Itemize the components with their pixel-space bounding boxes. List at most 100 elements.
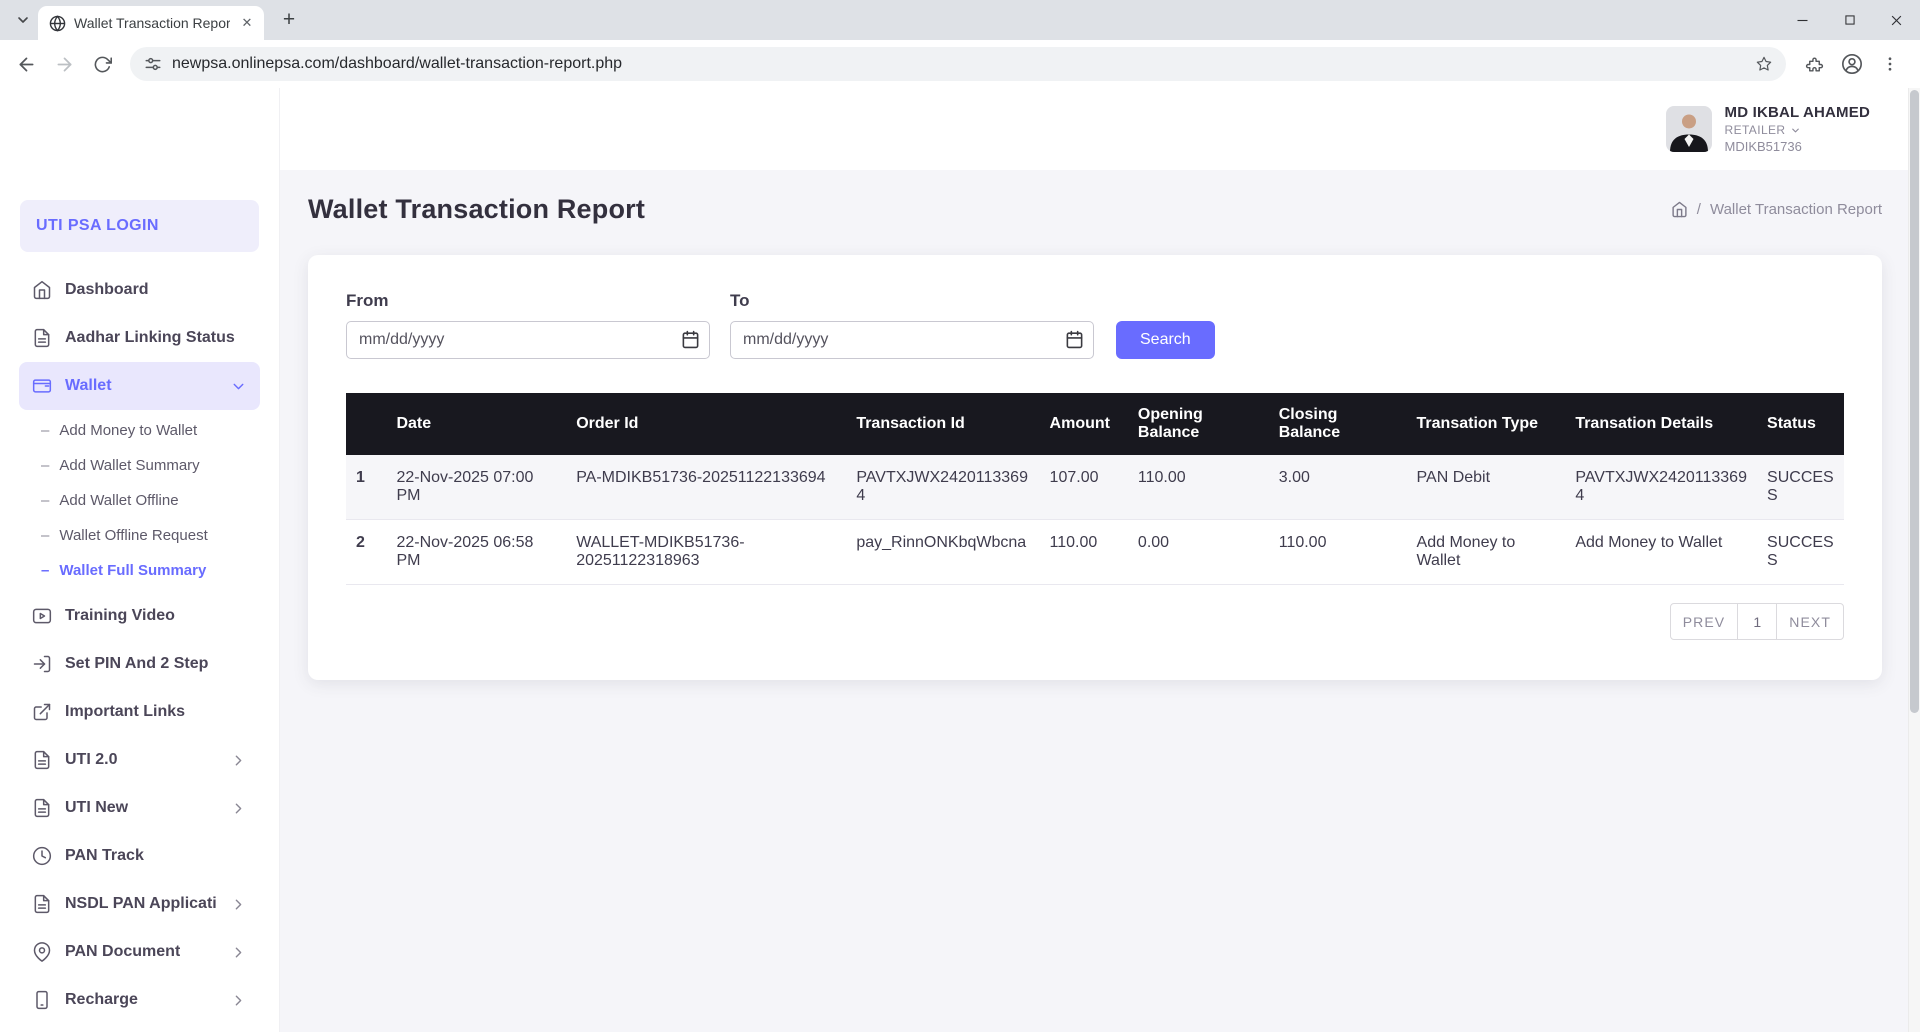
sidebar-item-label: Important Links [65, 703, 185, 721]
to-date-field: To [730, 291, 1094, 359]
tab-close-icon[interactable]: ✕ [238, 14, 256, 32]
sidebar-subitem-wallet-offline-request[interactable]: – Wallet Offline Request [0, 518, 279, 553]
sidebar-item-wallet[interactable]: Wallet [19, 362, 260, 410]
brand-badge[interactable]: UTI PSA LOGIN [20, 200, 259, 252]
new-tab-button[interactable]: + [274, 5, 304, 35]
sidebar: UTI PSA LOGIN Dashboard Aadhar Linking S… [0, 88, 280, 1032]
user-avatar[interactable] [1666, 106, 1712, 152]
table-cell: 22-Nov-2025 06:58 PM [386, 520, 566, 585]
user-menu[interactable]: MD IKBAL AHAMED RETAILER MDIKB51736 [1666, 104, 1871, 154]
scrollbar-thumb[interactable] [1910, 90, 1919, 713]
calendar-icon[interactable] [1065, 330, 1084, 349]
login-arrow-icon [32, 654, 52, 674]
transactions-table: Date Order Id Transaction Id Amount Open… [346, 393, 1844, 585]
sidebar-subitem-add-wallet-summary[interactable]: – Add Wallet Summary [0, 448, 279, 483]
table-cell: 110.00 [1128, 455, 1269, 520]
breadcrumb-separator: / [1697, 201, 1701, 218]
sidebar-item-label: Aadhar Linking Status [65, 329, 235, 347]
sidebar-item-label: UTI 2.0 [65, 751, 117, 769]
table-cell: 2 [346, 520, 386, 585]
sidebar-subitem-add-money-to-wallet[interactable]: – Add Money to Wallet [0, 413, 279, 448]
chevron-right-icon [230, 752, 247, 769]
user-id: MDIKB51736 [1725, 139, 1871, 154]
tab-title: Wallet Transaction Report [74, 15, 230, 31]
calendar-icon[interactable] [681, 330, 700, 349]
window-close-button[interactable] [1873, 0, 1920, 40]
next-page-button[interactable]: NEXT [1776, 603, 1844, 640]
reload-icon[interactable] [84, 46, 120, 82]
sidebar-subitem-add-wallet-offline[interactable]: – Add Wallet Offline [0, 483, 279, 518]
user-name: MD IKBAL AHAMED [1725, 104, 1871, 121]
external-link-icon [32, 702, 52, 722]
user-role[interactable]: RETAILER [1725, 123, 1871, 137]
dash-icon: – [41, 457, 49, 474]
chevron-right-icon [230, 944, 247, 961]
dash-icon: – [41, 527, 49, 544]
site-info-icon[interactable] [144, 55, 162, 73]
table-cell: Add Money to Wallet [1565, 520, 1757, 585]
sidebar-item-nsdl-pan-application[interactable]: NSDL PAN Application [19, 880, 260, 928]
table-cell: 107.00 [1040, 455, 1128, 520]
dash-icon: – [41, 492, 49, 509]
title-row: Wallet Transaction Report / Wallet Trans… [308, 194, 1882, 225]
sidebar-item-uti-2-0[interactable]: UTI 2.0 [19, 736, 260, 784]
col-header-index [346, 393, 386, 455]
col-header-amount: Amount [1040, 393, 1128, 455]
table-cell: 110.00 [1040, 520, 1128, 585]
browser-menu-icon[interactable] [1872, 46, 1908, 82]
window-minimize-button[interactable] [1779, 0, 1826, 40]
forward-icon[interactable] [46, 46, 82, 82]
table-cell: PAN Debit [1407, 455, 1566, 520]
sidebar-item-recharge[interactable]: Recharge [19, 976, 260, 1024]
sidebar-subitem-wallet-full-summary[interactable]: – Wallet Full Summary [0, 553, 279, 588]
chevron-down-icon [230, 378, 247, 395]
sidebar-item-label: Dashboard [65, 281, 149, 299]
sidebar-item-important-links[interactable]: Important Links [19, 688, 260, 736]
to-date-input[interactable] [730, 321, 1094, 359]
sidebar-item-aadhar-linking-status[interactable]: Aadhar Linking Status [19, 314, 260, 362]
sidebar-item-set-pin-and-2-step[interactable]: Set PIN And 2 Step [19, 640, 260, 688]
from-date-input[interactable] [346, 321, 710, 359]
col-header-order-id: Order Id [566, 393, 846, 455]
sidebar-item-dashboard[interactable]: Dashboard [19, 266, 260, 314]
search-button[interactable]: Search [1116, 321, 1215, 359]
chevron-down-icon [1790, 125, 1801, 136]
address-bar[interactable]: newpsa.onlinepsa.com/dashboard/wallet-tr… [130, 47, 1786, 81]
play-video-icon [32, 606, 52, 626]
top-navbar: MD IKBAL AHAMED RETAILER MDIKB51736 [280, 88, 1920, 170]
window-maximize-button[interactable] [1826, 0, 1873, 40]
smartphone-icon [32, 990, 52, 1010]
col-header-date: Date [386, 393, 566, 455]
sidebar-subitem-label: Wallet Offline Request [59, 527, 207, 544]
page-scrollbar[interactable] [1908, 88, 1920, 1032]
from-date-field: From [346, 291, 710, 359]
table-cell: PAVTXJWX24201133694 [846, 455, 1039, 520]
sidebar-subitem-label: Add Wallet Offline [59, 492, 178, 509]
back-icon[interactable] [8, 46, 44, 82]
table-row: 2 22-Nov-2025 06:58 PM WALLET-MDIKB51736… [346, 520, 1844, 585]
sidebar-item-uti-new[interactable]: UTI New [19, 784, 260, 832]
col-header-transation-type: Transation Type [1407, 393, 1566, 455]
table-cell: 110.00 [1269, 520, 1407, 585]
home-icon[interactable] [1671, 201, 1688, 218]
tab-search-chevron-icon[interactable] [8, 5, 38, 35]
table-cell: pay_RinnONKbqWbcna [846, 520, 1039, 585]
sidebar-item-pan-track[interactable]: PAN Track [19, 832, 260, 880]
map-pin-icon [32, 942, 52, 962]
page-number-button[interactable]: 1 [1737, 603, 1777, 640]
from-label: From [346, 291, 710, 311]
to-label: To [730, 291, 1094, 311]
extensions-icon[interactable] [1796, 46, 1832, 82]
table-cell: 0.00 [1128, 520, 1269, 585]
profile-avatar-icon[interactable] [1834, 46, 1870, 82]
prev-page-button[interactable]: PREV [1670, 603, 1739, 640]
sidebar-item-training-video[interactable]: Training Video [19, 592, 260, 640]
sidebar-item-pan-document[interactable]: PAN Document [19, 928, 260, 976]
url-text[interactable]: newpsa.onlinepsa.com/dashboard/wallet-tr… [172, 55, 1740, 73]
col-header-status: Status [1757, 393, 1844, 455]
browser-tab[interactable]: Wallet Transaction Report ✕ [38, 6, 264, 40]
breadcrumb-current: Wallet Transaction Report [1710, 201, 1882, 218]
bookmark-star-icon[interactable] [1750, 50, 1778, 78]
main-area: MD IKBAL AHAMED RETAILER MDIKB51736 Wall… [280, 88, 1920, 1032]
clock-icon [32, 846, 52, 866]
